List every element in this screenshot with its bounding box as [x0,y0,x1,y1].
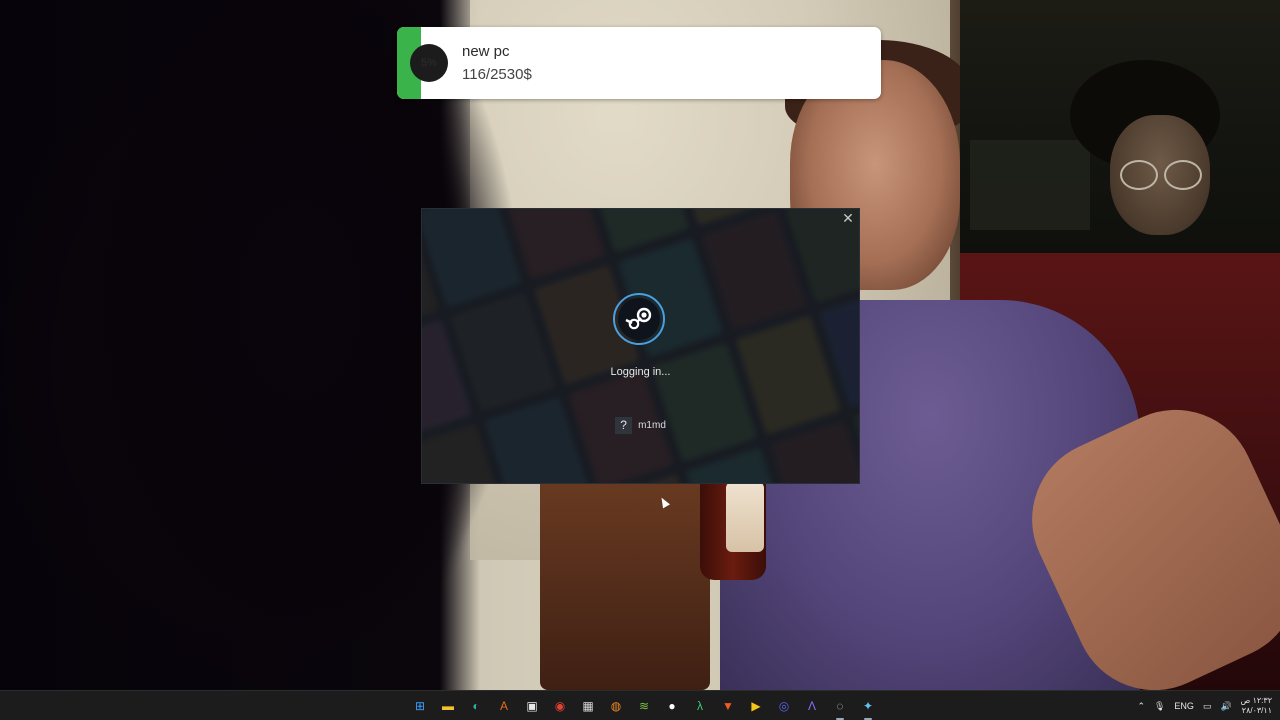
taskbar-app-start-icon[interactable]: ⊞ [408,694,432,718]
account-avatar: ? [615,417,633,434]
taskbar-app-file-explorer-icon[interactable]: ▬ [436,694,460,718]
taskbar-app-app-circle-icon[interactable]: ● [660,694,684,718]
taskbar-app-obs-icon[interactable]: ◌ [828,694,852,720]
taskbar-app-app-yellow-icon[interactable]: ▶ [744,694,768,718]
steam-logo-icon [613,293,665,345]
volume-icon[interactable]: 🔊 [1220,701,1231,712]
taskbar-app-discord-icon[interactable]: ◎ [772,694,796,718]
login-status-text: Logging in... [610,366,671,378]
goal-title: new pc [462,43,510,60]
taskbar: ⊞ ▬ ◐ A ▣ ◉ ▦ ◍ ≋ ● λ ▼ ▶ ◎ Λ ◌ ✦ ⌃ 🎙 ENG ▭ 🔊 ١٢:٣٢ ص ٢٨… [0,690,1280,720]
language-indicator[interactable]: ENG [1174,701,1194,711]
donation-goal-widget: 5% new pc 116/2530$ [397,27,881,99]
close-icon[interactable]: ✕ [841,211,855,225]
webcam-background-shelf [970,140,1090,230]
taskbar-app-list: ⊞ ▬ ◐ A ▣ ◉ ▦ ◍ ≋ ● λ ▼ ▶ ◎ Λ ◌ ✦ [408,694,880,720]
steam-login-dialog: ✕ Logging in... ? m1md [421,208,860,484]
steam-glyph-icon [625,307,652,330]
steam-logo-inner [618,298,660,340]
account-row: ? m1md [422,417,859,434]
dialog-background-overlay [422,209,859,483]
account-username: m1md [638,420,666,431]
chevron-up-icon[interactable]: ⌃ [1137,701,1145,712]
wallpaper-bottle-label [726,482,764,552]
clock-date: ٢٨/٠٣/١١ [1241,706,1272,715]
taskbar-app-app-stack-icon[interactable]: ≋ [632,694,656,718]
wallpaper-wooden-chair [540,470,710,690]
goal-amount: 116/2530$ [462,66,532,83]
taskbar-app-app-triangle-icon[interactable]: Λ [800,694,824,718]
clock[interactable]: ١٢:٣٢ ص ٢٨/٠٣/١١ [1241,696,1272,716]
goal-percent-circle: 5% [410,44,448,82]
clock-time: ١٢:٣٢ ص [1240,696,1272,705]
taskbar-app-edge-icon[interactable]: ◐ [464,694,488,718]
network-icon[interactable]: ▭ [1203,701,1212,712]
taskbar-app-app-lambda-icon[interactable]: λ [688,694,712,718]
taskbar-app-app-a-icon[interactable]: A [492,694,516,718]
taskbar-app-steam-icon[interactable]: ✦ [856,694,880,720]
microphone-icon[interactable]: 🎙 [1154,701,1165,712]
taskbar-app-store-icon[interactable]: ▣ [520,694,544,718]
webcam-overlay [960,0,1280,253]
goal-percent-label: 5% [421,57,437,69]
taskbar-app-blender-icon[interactable]: ◍ [604,694,628,718]
taskbar-app-chrome-icon[interactable]: ◉ [548,694,572,718]
webcam-person-glasses [1120,160,1205,190]
system-tray: ⌃ 🎙 ENG ▭ 🔊 ١٢:٣٢ ص ٢٨/٠٣/١١ [1137,694,1272,718]
taskbar-app-brave-icon[interactable]: ▼ [716,694,740,718]
taskbar-app-calendar-icon[interactable]: ▦ [576,694,600,718]
